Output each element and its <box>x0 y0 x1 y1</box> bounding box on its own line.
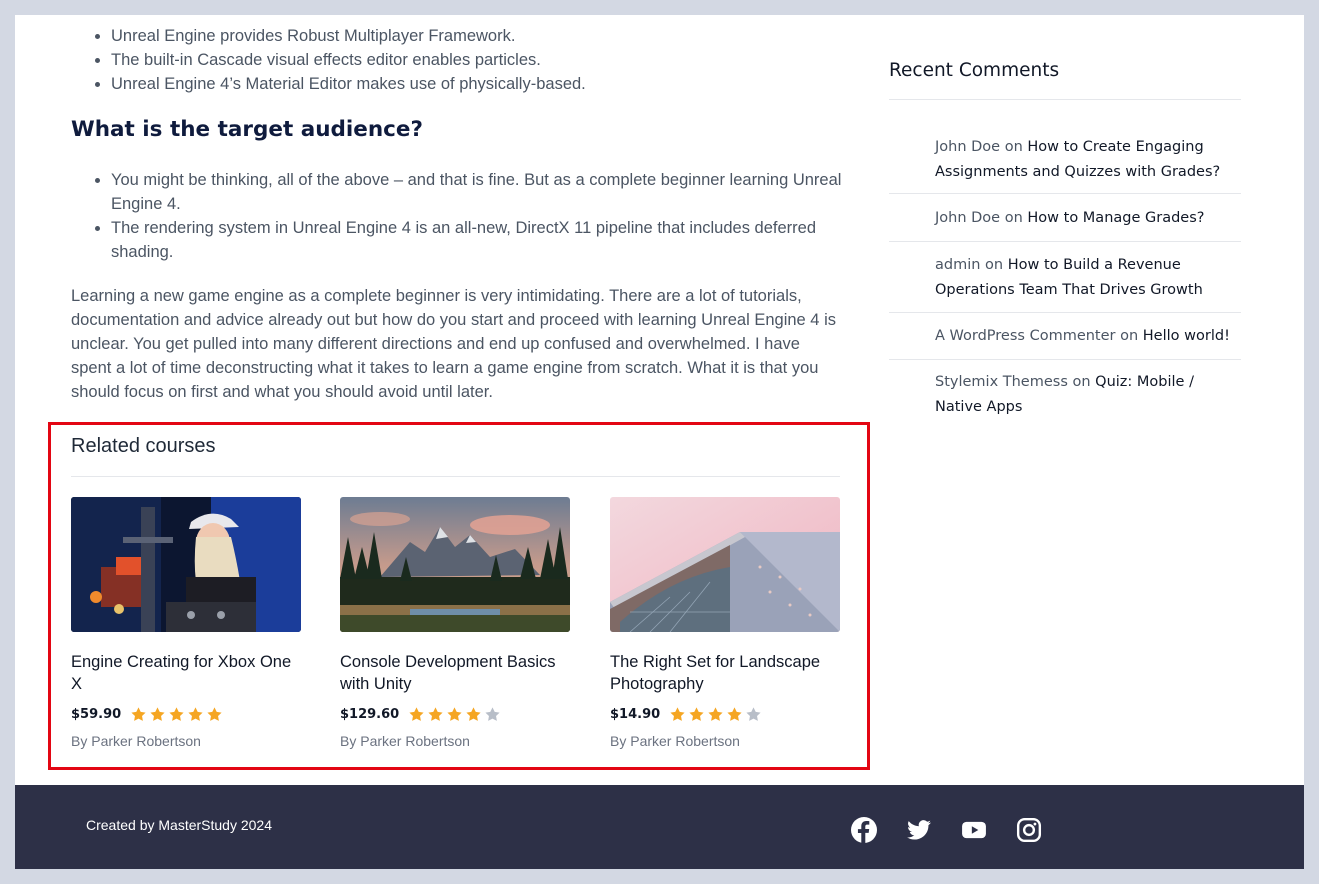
building-image[interactable] <box>610 497 840 632</box>
comment-item: Stylemix Themess on Quiz: Mobile / Nativ… <box>889 370 1241 420</box>
price-rating-row: $129.60 <box>340 704 570 724</box>
star-filled-icon <box>708 706 723 721</box>
star-filled-icon <box>689 706 704 721</box>
list-item: Unreal Engine 4’s Material Editor makes … <box>111 72 871 96</box>
page-container: Unreal Engine provides Robust Multiplaye… <box>15 15 1304 785</box>
comment-post-link[interactable]: How to Manage Grades? <box>1027 210 1204 226</box>
comment-post-link[interactable]: Hello world! <box>1143 328 1230 344</box>
course-price: $59.90 <box>71 706 122 722</box>
comment-item: John Doe on How to Manage Grades? <box>889 206 1241 242</box>
star-filled-icon <box>466 706 481 721</box>
comment-on-label: on <box>1072 374 1091 390</box>
comment-item: John Doe on How to Create Engaging Assig… <box>889 135 1241 194</box>
star-empty-icon <box>746 706 761 721</box>
comment-item: admin on How to Build a Revenue Operatio… <box>889 253 1241 313</box>
course-title[interactable]: Console Development Basics with Unity <box>340 651 570 695</box>
comment-on-label: on <box>1120 328 1139 344</box>
rating-stars <box>669 706 762 723</box>
instagram-icon[interactable] <box>1016 817 1042 843</box>
course-card[interactable]: Engine Creating for Xbox One X $59.90 By… <box>71 497 301 749</box>
facebook-icon[interactable] <box>851 817 877 843</box>
comment-on-label: on <box>985 257 1004 273</box>
article-paragraph: Learning a new game engine as a complete… <box>71 287 836 401</box>
divider <box>71 476 840 477</box>
comment-author: John Doe <box>935 210 1001 226</box>
mountains-image[interactable] <box>340 497 570 632</box>
star-filled-icon <box>727 706 742 721</box>
list-item: The built-in Cascade visual effects edit… <box>111 48 871 72</box>
price-rating-row: $14.90 <box>610 704 840 724</box>
course-card[interactable]: The Right Set for Landscape Photography … <box>610 497 840 749</box>
site-footer: Created by MasterStudy 2024 <box>15 785 1304 869</box>
star-filled-icon <box>670 706 685 721</box>
list-item: The rendering system in Unreal Engine 4 … <box>111 216 881 264</box>
comment-on-label: on <box>1004 139 1023 155</box>
star-filled-icon <box>447 706 462 721</box>
star-filled-icon <box>428 706 443 721</box>
related-courses-title: Related courses <box>71 435 216 457</box>
course-price: $129.60 <box>340 706 400 722</box>
star-filled-icon <box>131 706 146 721</box>
recent-comments-title: Recent Comments <box>889 60 1060 81</box>
audience-list: You might be thinking, all of the above … <box>71 168 881 264</box>
star-filled-icon <box>409 706 424 721</box>
star-filled-icon <box>188 706 203 721</box>
star-empty-icon <box>485 706 500 721</box>
star-filled-icon <box>207 706 222 721</box>
list-item: Unreal Engine provides Robust Multiplaye… <box>111 24 871 48</box>
feature-list: Unreal Engine provides Robust Multiplaye… <box>71 24 871 96</box>
youtube-icon[interactable] <box>961 817 987 843</box>
course-title[interactable]: Engine Creating for Xbox One X <box>71 651 301 695</box>
footer-copyright: Created by MasterStudy 2024 <box>86 817 272 833</box>
section-heading: What is the target audience? <box>71 117 423 142</box>
comment-item: A WordPress Commenter on Hello world! <box>889 324 1241 360</box>
comment-author: Stylemix Themess <box>935 374 1068 390</box>
divider <box>889 99 1241 100</box>
star-filled-icon <box>169 706 184 721</box>
course-author: By Parker Robertson <box>340 733 470 749</box>
comment-author: John Doe <box>935 139 1001 155</box>
twitter-icon[interactable] <box>906 817 932 843</box>
course-author: By Parker Robertson <box>610 733 740 749</box>
dj-image[interactable] <box>71 497 301 632</box>
list-item: You might be thinking, all of the above … <box>111 168 881 216</box>
comment-author: admin <box>935 257 981 273</box>
course-title[interactable]: The Right Set for Landscape Photography <box>610 651 840 695</box>
rating-stars <box>130 706 223 723</box>
course-price: $14.90 <box>610 706 661 722</box>
course-card[interactable]: Console Development Basics with Unity $1… <box>340 497 570 749</box>
price-rating-row: $59.90 <box>71 704 301 724</box>
comment-author: A WordPress Commenter <box>935 328 1116 344</box>
star-filled-icon <box>150 706 165 721</box>
comment-on-label: on <box>1004 210 1023 226</box>
rating-stars <box>408 706 501 723</box>
course-author: By Parker Robertson <box>71 733 201 749</box>
